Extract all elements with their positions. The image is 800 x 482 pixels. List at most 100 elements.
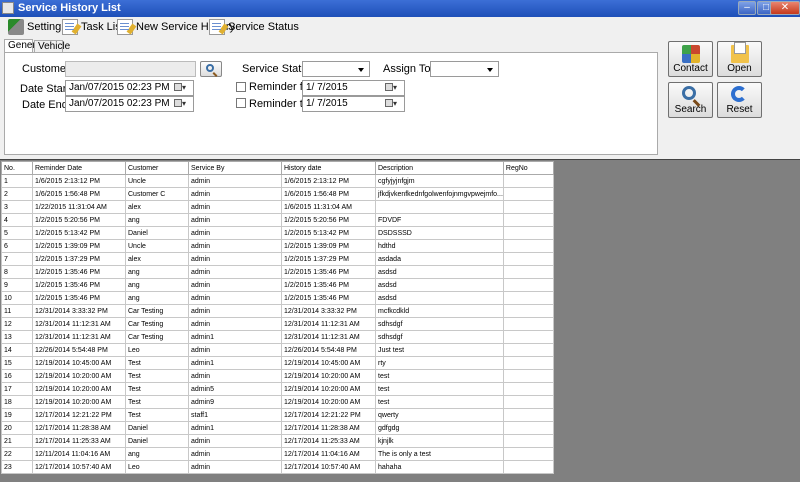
assign-to-dropdown[interactable] [430,61,499,77]
table-cell[interactable] [502,304,554,318]
table-cell[interactable]: sdhsdgf [375,330,504,344]
table-cell[interactable]: 12/19/2014 10:45:00 AM [281,356,376,370]
table-cell[interactable]: 12/26/2014 5:54:48 PM [281,343,376,357]
table-cell[interactable] [502,252,554,266]
table-row[interactable]: 8 1/2/2015 1:35:46 PM ang admin 1/2/2015 1:3… [1,265,554,279]
table-cell[interactable]: 1/6/2015 1:56:48 PM [281,187,376,201]
table-cell[interactable] [502,317,554,331]
table-cell[interactable]: 12/17/2014 11:28:38 AM [281,421,376,435]
table-cell[interactable]: asdsd [375,291,504,305]
table-cell[interactable]: Car Testing [125,330,189,344]
table-cell[interactable]: 1/2/2015 5:13:42 PM [281,226,376,240]
table-row[interactable]: 11 12/31/2014 3:33:32 PM Car Testing admin 1… [1,304,554,318]
table-cell[interactable]: rty [375,356,504,370]
table-cell[interactable]: FDVDF [375,213,504,227]
table-cell[interactable]: admin [188,278,282,292]
table-cell[interactable] [502,174,554,188]
table-cell[interactable] [502,447,554,461]
table-cell[interactable]: 12/17/2014 11:25:33 AM [32,434,126,448]
table-cell[interactable] [502,291,554,305]
table-cell[interactable]: admin [188,460,282,474]
table-cell[interactable]: 12/31/2014 11:12:31 AM [32,317,126,331]
table-cell[interactable]: 1/2/2015 5:20:56 PM [281,213,376,227]
table-cell[interactable]: 1 [1,174,33,188]
table-cell[interactable]: cgfyjyjnfgjm [375,174,504,188]
table-cell[interactable] [502,408,554,422]
table-cell[interactable]: Uncle [125,239,189,253]
column-header[interactable]: No. [1,161,33,175]
table-cell[interactable]: Test [125,408,189,422]
table-cell[interactable]: admin [188,213,282,227]
table-cell[interactable]: 8 [1,265,33,279]
table-cell[interactable]: gdfgdg [375,421,504,435]
table-cell[interactable] [502,213,554,227]
table-cell[interactable]: admin [188,187,282,201]
reminder-to-checkbox[interactable] [236,98,246,108]
table-cell[interactable]: 12 [1,317,33,331]
table-row[interactable]: 22 12/11/2014 11:04:16 AM ang admin 12/17/20… [1,447,554,461]
table-cell[interactable]: ang [125,291,189,305]
table-cell[interactable]: 12/19/2014 10:20:00 AM [32,369,126,383]
table-cell[interactable]: 12/17/2014 11:28:38 AM [32,421,126,435]
table-cell[interactable]: 12/19/2014 10:20:00 AM [32,382,126,396]
table-cell[interactable]: admin [188,343,282,357]
reminder-to-picker[interactable]: 1/ 7/2015 ▾ [302,96,405,112]
column-header[interactable]: Customer [125,161,189,175]
table-cell[interactable]: Daniel [125,226,189,240]
table-cell[interactable]: alex [125,200,189,214]
table-cell[interactable]: 12/31/2014 11:12:31 AM [281,317,376,331]
table-cell[interactable] [502,226,554,240]
table-cell[interactable]: admin1 [188,421,282,435]
table-cell[interactable]: jfkdjvkenfkednfgolwenfojnmgvpwejmfo... [375,187,504,201]
table-cell[interactable]: 1/2/2015 1:39:09 PM [32,239,126,253]
table-row[interactable]: 9 1/2/2015 1:35:46 PM ang admin 1/2/2015 1:3… [1,278,554,292]
table-cell[interactable]: asdada [375,252,504,266]
table-cell[interactable]: 12/19/2014 10:20:00 AM [32,395,126,409]
table-cell[interactable]: admin [188,252,282,266]
table-row[interactable]: 19 12/17/2014 12:21:22 PM Test staff1 12/17/… [1,408,554,422]
table-cell[interactable]: 11 [1,304,33,318]
table-cell[interactable]: admin [188,226,282,240]
table-cell[interactable]: 5 [1,226,33,240]
table-cell[interactable] [502,382,554,396]
table-row[interactable]: 13 12/31/2014 11:12:31 AM Car Testing admin… [1,330,554,344]
table-cell[interactable]: Daniel [125,421,189,435]
column-header[interactable]: Service By [188,161,282,175]
table-cell[interactable]: Customer C [125,187,189,201]
table-row[interactable]: 18 12/19/2014 10:20:00 AM Test admin9 12/19/… [1,395,554,409]
table-cell[interactable] [502,421,554,435]
table-cell[interactable]: 1/6/2015 1:56:48 PM [32,187,126,201]
table-cell[interactable]: ang [125,265,189,279]
table-cell[interactable] [502,356,554,370]
table-cell[interactable]: test [375,382,504,396]
table-cell[interactable]: Test [125,395,189,409]
table-cell[interactable]: admin [188,239,282,253]
table-cell[interactable]: 1/6/2015 2:13:12 PM [32,174,126,188]
table-row[interactable]: 21 12/17/2014 11:25:33 AM Daniel admin 12/17… [1,434,554,448]
table-cell[interactable]: 12/11/2014 11:04:16 AM [32,447,126,461]
reset-button[interactable]: Reset [717,82,762,118]
table-cell[interactable]: 18 [1,395,33,409]
table-cell[interactable]: 9 [1,278,33,292]
table-cell[interactable] [502,330,554,344]
table-cell[interactable]: Leo [125,343,189,357]
table-cell[interactable]: 12/17/2014 11:04:16 AM [281,447,376,461]
table-cell[interactable]: 12/31/2014 3:33:32 PM [32,304,126,318]
table-cell[interactable]: 16 [1,369,33,383]
table-cell[interactable]: admin9 [188,395,282,409]
contact-button[interactable]: Contact [668,41,713,77]
column-header[interactable]: History date [281,161,376,175]
table-cell[interactable] [502,239,554,253]
table-cell[interactable]: DSDSSSD [375,226,504,240]
table-row[interactable]: 20 12/17/2014 11:28:38 AM Daniel admin1 12/1… [1,421,554,435]
table-cell[interactable]: admin1 [188,356,282,370]
table-row[interactable]: 23 12/17/2014 10:57:40 AM Leo admin 12/17/20… [1,460,554,474]
table-cell[interactable]: Uncle [125,174,189,188]
table-cell[interactable]: kjnjlk [375,434,504,448]
table-cell[interactable] [502,343,554,357]
table-cell[interactable]: 12/19/2014 10:45:00 AM [32,356,126,370]
table-cell[interactable]: 10 [1,291,33,305]
table-cell[interactable]: Car Testing [125,304,189,318]
table-cell[interactable]: admin [188,200,282,214]
table-cell[interactable] [502,278,554,292]
